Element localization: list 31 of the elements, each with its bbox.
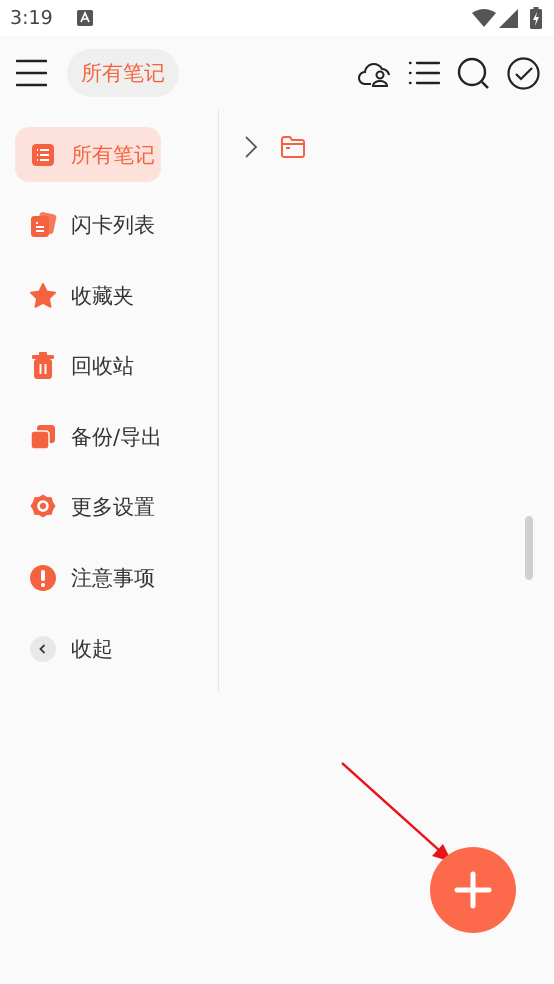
signal-icon bbox=[499, 8, 518, 28]
collapse-icon bbox=[30, 636, 56, 662]
trash-icon bbox=[31, 352, 55, 380]
scrollbar[interactable] bbox=[525, 516, 533, 580]
list-icon bbox=[31, 142, 55, 166]
sidebar-item[interactable]: 收藏夹 bbox=[15, 268, 140, 324]
battery-icon bbox=[530, 7, 542, 29]
alert-icon bbox=[29, 564, 57, 592]
plus-icon bbox=[454, 871, 492, 909]
select-button[interactable] bbox=[507, 56, 540, 90]
sidebar-item[interactable]: 更多设置 bbox=[15, 480, 161, 535]
check-circle-icon bbox=[507, 56, 540, 90]
cards-icon bbox=[29, 211, 57, 240]
search-button[interactable] bbox=[457, 56, 490, 90]
sidebar-item[interactable]: 收起 bbox=[15, 621, 119, 676]
folder-icon[interactable] bbox=[280, 136, 306, 158]
sidebar-item[interactable]: 闪卡列表 bbox=[15, 198, 161, 253]
status-time: 3:19 bbox=[10, 7, 53, 29]
list-view-button[interactable] bbox=[408, 60, 440, 86]
menu-button[interactable] bbox=[16, 59, 47, 87]
sidebar-item[interactable]: 备份/导出 bbox=[15, 409, 168, 464]
list-icon bbox=[408, 60, 440, 86]
keyboard-icon bbox=[76, 10, 93, 26]
chevron-right-icon bbox=[244, 135, 258, 159]
sidebar-item[interactable]: 回收站 bbox=[15, 338, 140, 394]
search-icon bbox=[457, 56, 490, 90]
copy-icon bbox=[30, 424, 56, 450]
menu-icon bbox=[16, 59, 47, 87]
sidebar-item[interactable]: 注意事项 bbox=[15, 550, 161, 606]
star-icon bbox=[29, 282, 57, 310]
wifi-icon bbox=[472, 9, 496, 27]
